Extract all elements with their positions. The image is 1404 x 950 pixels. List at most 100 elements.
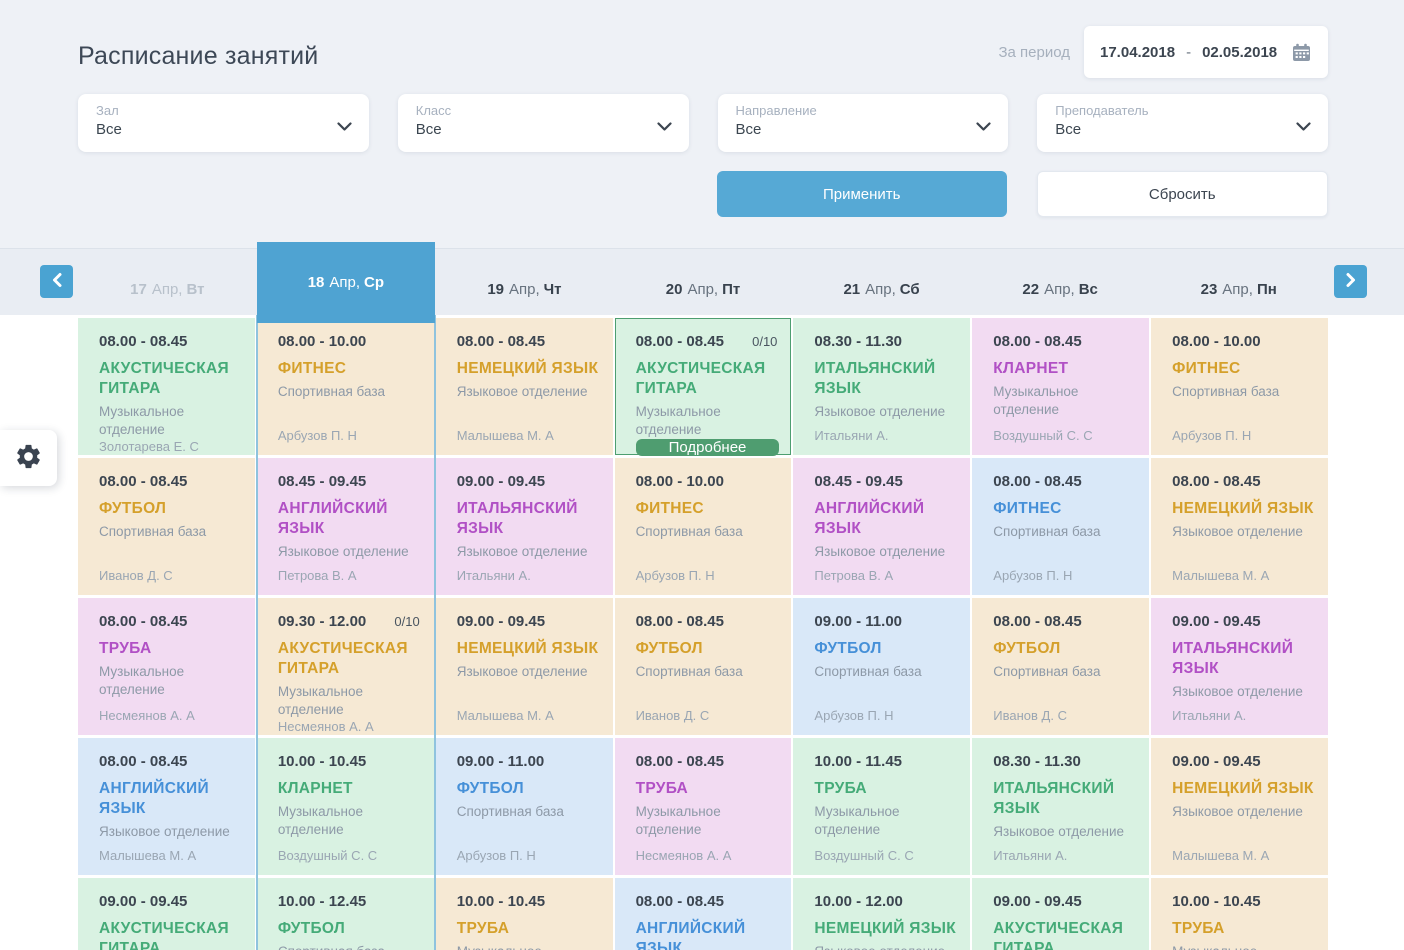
schedule-card[interactable]: 08.00 - 08.45НЕМЕЦКИЙ ЯЗЫКЯзыковое отдел… xyxy=(436,318,613,455)
schedule-card[interactable]: 08.00 - 08.450/10АКУСТИЧЕСКАЯ ГИТАРАМузы… xyxy=(615,318,792,455)
card-teacher: Иванов Д. С xyxy=(636,708,780,723)
filter-value: Все xyxy=(1055,121,1288,138)
chevron-down-icon xyxy=(1296,119,1311,137)
card-time: 08.00 - 08.45 xyxy=(636,613,724,630)
schedule-card[interactable]: 08.00 - 08.45КЛАРНЕТМузыкальное отделени… xyxy=(972,318,1149,455)
card-teacher: Малышева М. А xyxy=(457,708,601,723)
apply-button[interactable]: Применить xyxy=(717,171,1007,217)
card-teacher: Золотарева Е. С xyxy=(99,439,243,454)
selected-column-rail xyxy=(256,315,258,950)
settings-button[interactable] xyxy=(0,430,57,486)
card-time: 08.00 - 08.45 xyxy=(1172,473,1260,490)
filter-class[interactable]: Класс Все xyxy=(398,94,689,152)
card-subtitle: Языковое отделение xyxy=(814,543,958,561)
filter-teacher[interactable]: Преподаватель Все xyxy=(1037,94,1328,152)
card-subtitle: Спортивная база xyxy=(993,663,1137,681)
schedule-card[interactable]: 08.30 - 11.30ИТАЛЬЯНСКИЙ ЯЗЫКЯзыковое от… xyxy=(972,738,1149,875)
card-teacher: Иванов Д. С xyxy=(99,568,243,583)
schedule-card[interactable]: 09.00 - 09.45АКУСТИЧЕСКАЯ ГИТАРАМузыкаль… xyxy=(972,878,1149,950)
card-title: ФУТБОЛ xyxy=(814,639,958,659)
schedule-card[interactable]: 08.00 - 08.45ТРУБАМузыкальное отделениеН… xyxy=(78,598,255,735)
day-month: Апр, xyxy=(509,281,540,298)
schedule-card[interactable]: 08.45 - 09.45АНГЛИЙСКИЙ ЯЗЫКЯзыковое отд… xyxy=(257,458,434,595)
card-subtitle: Музыкальное отделение xyxy=(1172,943,1316,950)
schedule-card[interactable]: 10.00 - 12.00НЕМЕЦКИЙ ЯЗЫКЯзыковое отдел… xyxy=(793,878,970,950)
chevron-down-icon xyxy=(976,119,991,137)
day-number: 23 xyxy=(1201,281,1218,298)
schedule-card[interactable]: 10.00 - 12.45ФУТБОЛСпортивная база xyxy=(257,878,434,950)
card-subtitle: Музыкальное отделение xyxy=(278,683,422,719)
card-time: 09.00 - 09.45 xyxy=(457,613,545,630)
filter-label: Зал xyxy=(96,103,329,118)
card-title: НЕМЕЦКИЙ ЯЗЫК xyxy=(1172,499,1316,519)
schedule-card[interactable]: 10.00 - 10.45ТРУБАМузыкальное отделение xyxy=(1151,878,1328,950)
card-title: НЕМЕЦКИЙ ЯЗЫК xyxy=(814,919,958,939)
schedule-card[interactable]: 08.00 - 10.00ФИТНЕССпортивная базаАрбузо… xyxy=(615,458,792,595)
schedule-card[interactable]: 09.00 - 09.45НЕМЕЦКИЙ ЯЗЫКЯзыковое отдел… xyxy=(436,598,613,735)
schedule-card[interactable]: 09.00 - 09.45НЕМЕЦКИЙ ЯЗЫКЯзыковое отдел… xyxy=(1151,738,1328,875)
schedule-card[interactable]: 10.00 - 10.45ТРУБАМузыкальное отделение xyxy=(436,878,613,950)
date-range-picker[interactable]: 17.04.2018 - 02.05.2018 xyxy=(1084,26,1328,78)
schedule-card[interactable]: 09.00 - 09.45ИТАЛЬЯНСКИЙ ЯЗЫКЯзыковое от… xyxy=(436,458,613,595)
filter-label: Преподаватель xyxy=(1055,103,1288,118)
card-time: 09.00 - 09.45 xyxy=(1172,613,1260,630)
card-title: АНГЛИЙСКИЙ ЯЗЫК xyxy=(99,779,243,819)
schedule-card[interactable]: 08.00 - 08.45ФУТБОЛСпортивная базаИванов… xyxy=(615,598,792,735)
card-subtitle: Музыкальное отделение xyxy=(993,383,1137,419)
schedule-card[interactable]: 08.00 - 10.00ФИТНЕССпортивная базаАрбузо… xyxy=(1151,318,1328,455)
schedule-card[interactable]: 08.00 - 08.45НЕМЕЦКИЙ ЯЗЫКЯзыковое отдел… xyxy=(1151,458,1328,595)
details-button[interactable]: Подробнее xyxy=(636,439,780,456)
reset-button[interactable]: Сбросить xyxy=(1037,171,1329,217)
card-subtitle: Языковое отделение xyxy=(278,543,422,561)
card-teacher: Арбузов П. Н xyxy=(278,428,422,443)
card-subtitle: Языковое отделение xyxy=(1172,683,1316,701)
schedule-card[interactable]: 08.00 - 08.45ФИТНЕССпортивная базаАрбузо… xyxy=(972,458,1149,595)
card-teacher: Малышева М. А xyxy=(1172,568,1316,583)
schedule-card[interactable]: 09.00 - 11.00ФУТБОЛСпортивная базаАрбузо… xyxy=(793,598,970,735)
schedule-card[interactable]: 08.00 - 08.45АКУСТИЧЕСКАЯ ГИТАРАМузыкаль… xyxy=(78,318,255,455)
card-time: 08.00 - 08.45 xyxy=(457,333,545,350)
day-number: 20 xyxy=(666,281,683,298)
prev-day-button[interactable] xyxy=(40,265,73,298)
card-teacher: Воздушный С. С xyxy=(814,848,958,863)
card-title: АКУСТИЧЕСКАЯ ГИТАРА xyxy=(278,639,422,679)
schedule-card[interactable]: 08.00 - 08.45АНГЛИЙСКИЙ ЯЗЫКЯзыковое отд… xyxy=(615,878,792,950)
day-month: Апр, xyxy=(1044,281,1075,298)
schedule-card[interactable]: 10.00 - 11.45ТРУБАМузыкальное отделениеВ… xyxy=(793,738,970,875)
schedule-card[interactable]: 09.30 - 12.000/10АКУСТИЧЕСКАЯ ГИТАРАМузы… xyxy=(257,598,434,735)
schedule-card[interactable]: 09.00 - 11.00ФУТБОЛСпортивная базаАрбузо… xyxy=(436,738,613,875)
filter-hall[interactable]: Зал Все xyxy=(78,94,369,152)
card-title: НЕМЕЦКИЙ ЯЗЫК xyxy=(457,359,601,379)
schedule-card[interactable]: 08.00 - 10.00ФИТНЕССпортивная базаАрбузо… xyxy=(257,318,434,455)
date-from: 17.04.2018 xyxy=(1100,44,1175,61)
schedule-card[interactable]: 08.00 - 08.45ФУТБОЛСпортивная базаИванов… xyxy=(972,598,1149,735)
card-subtitle: Музыкальное отделение xyxy=(636,803,780,839)
card-teacher: Итальяни А. xyxy=(814,428,958,443)
card-title: ФУТБОЛ xyxy=(993,639,1137,659)
card-title: КЛАРНЕТ xyxy=(993,359,1137,379)
day-number: 18 xyxy=(308,274,325,291)
card-time: 10.00 - 11.45 xyxy=(814,753,902,770)
filter-label: Направление xyxy=(736,103,969,118)
filter-value: Все xyxy=(416,121,649,138)
date-to: 02.05.2018 xyxy=(1202,44,1277,61)
card-time: 08.45 - 09.45 xyxy=(814,473,902,490)
schedule-card[interactable]: 08.00 - 08.45ТРУБАМузыкальное отделениеН… xyxy=(615,738,792,875)
schedule-card[interactable]: 09.00 - 09.45АКУСТИЧЕСКАЯ ГИТАРАМузыкаль… xyxy=(78,878,255,950)
schedule-card[interactable]: 08.45 - 09.45АНГЛИЙСКИЙ ЯЗЫКЯзыковое отд… xyxy=(793,458,970,595)
schedule-card[interactable]: 08.00 - 08.45АНГЛИЙСКИЙ ЯЗЫКЯзыковое отд… xyxy=(78,738,255,875)
card-title: ФУТБОЛ xyxy=(636,639,780,659)
card-title: ИТАЛЬЯНСКИЙ ЯЗЫК xyxy=(457,499,601,539)
schedule-card[interactable]: 09.00 - 09.45ИТАЛЬЯНСКИЙ ЯЗЫКЯзыковое от… xyxy=(1151,598,1328,735)
next-day-button[interactable] xyxy=(1334,265,1367,298)
card-time: 08.45 - 09.45 xyxy=(278,473,366,490)
card-time: 10.00 - 10.45 xyxy=(457,893,545,910)
card-time: 08.00 - 08.45 xyxy=(99,473,187,490)
schedule-card[interactable]: 08.30 - 11.30ИТАЛЬЯНСКИЙ ЯЗЫКЯзыковое от… xyxy=(793,318,970,455)
day-cell[interactable]: 18Апр,Ср xyxy=(257,242,436,323)
card-teacher: Арбузов П. Н xyxy=(457,848,601,863)
schedule-card[interactable]: 08.00 - 08.45ФУТБОЛСпортивная базаИванов… xyxy=(78,458,255,595)
page-title: Расписание занятий xyxy=(78,42,318,71)
schedule-card[interactable]: 10.00 - 10.45КЛАРНЕТМузыкальное отделени… xyxy=(257,738,434,875)
filter-direction[interactable]: Направление Все xyxy=(718,94,1009,152)
